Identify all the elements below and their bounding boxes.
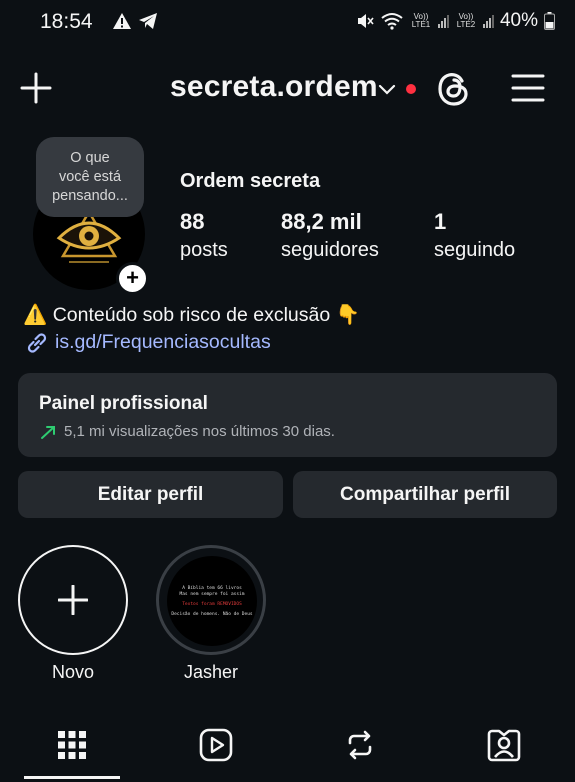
plus-icon xyxy=(20,72,52,104)
repost-icon xyxy=(348,730,372,760)
wifi-icon xyxy=(381,13,403,30)
active-tab-indicator xyxy=(24,776,120,779)
bio-link-text[interactable]: is.gd/Frequenciasocultas xyxy=(55,331,271,354)
note-line-3: pensando... xyxy=(52,188,128,204)
username-title[interactable]: secreta.ordem xyxy=(170,70,378,104)
telegram-icon xyxy=(139,13,157,29)
account-switcher-button[interactable] xyxy=(378,82,396,101)
grid-icon xyxy=(58,731,86,759)
link-icon xyxy=(27,332,47,353)
signal2-icon xyxy=(482,14,494,28)
note-line-1: O que xyxy=(70,150,110,166)
tagged-person-icon xyxy=(487,729,521,762)
status-left-icons xyxy=(112,12,158,30)
edit-profile-button[interactable]: Editar perfil xyxy=(18,471,283,518)
reels-play-icon xyxy=(199,728,233,762)
highlight-cover: A Bíblia tem 66 livros Mas nem sempre fo… xyxy=(167,556,257,646)
create-button[interactable] xyxy=(20,72,52,109)
professional-dashboard-title[interactable]: Painel profissional xyxy=(39,393,208,415)
cover-line-4: Decisão de homens. Não de Deus xyxy=(171,612,253,617)
new-highlight-button[interactable] xyxy=(18,545,128,655)
professional-dashboard-subtitle[interactable]: 5,1 mi visualizações nos últimos 30 dias… xyxy=(40,423,335,440)
following-label[interactable]: seguindo xyxy=(434,239,515,262)
plus-icon xyxy=(58,585,88,615)
cover-line-1: A Bíblia tem 66 livros xyxy=(182,586,242,591)
followers-count[interactable]: 88,2 mil xyxy=(281,209,362,235)
threads-icon xyxy=(438,73,468,106)
bio-text: ⚠️ Conteúdo sob risco de exclusão 👇 xyxy=(23,304,360,326)
views-text: 5,1 mi visualizações nos últimos 30 dias… xyxy=(64,423,335,440)
battery-percent: 40% xyxy=(499,10,538,31)
status-time: 18:54 xyxy=(40,10,93,33)
following-count[interactable]: 1 xyxy=(434,209,446,235)
tab-tagged[interactable] xyxy=(484,725,524,765)
highlight-jasher-label[interactable]: Jasher xyxy=(156,662,266,683)
status-right-icons: Vo)) LTE1 Vo)) LTE2 40% xyxy=(356,10,555,32)
bio-link[interactable]: is.gd/Frequenciasocultas xyxy=(25,331,271,354)
signal1-icon xyxy=(437,14,449,28)
lte2-indicator: Vo)) LTE2 xyxy=(456,12,476,29)
note-line-2: você está xyxy=(58,169,122,185)
highlight-jasher[interactable]: A Bíblia tem 66 livros Mas nem sempre fo… xyxy=(156,545,266,655)
add-story-badge[interactable]: + xyxy=(116,262,149,295)
warning-icon xyxy=(113,13,131,29)
notification-dot xyxy=(406,84,416,94)
tab-posts-grid[interactable] xyxy=(52,725,92,765)
mute-icon xyxy=(357,14,374,28)
posts-count[interactable]: 88 xyxy=(180,209,204,235)
new-highlight-label[interactable]: Novo xyxy=(18,662,128,683)
trend-up-icon xyxy=(41,425,55,439)
chevron-down-icon xyxy=(378,84,396,95)
threads-button[interactable] xyxy=(437,71,471,112)
professional-dashboard-card[interactable] xyxy=(18,373,557,457)
share-profile-button[interactable]: Compartilhar perfil xyxy=(293,471,557,518)
hamburger-menu-icon xyxy=(511,74,545,102)
posts-label[interactable]: posts xyxy=(180,239,228,262)
lte1-indicator: Vo)) LTE1 xyxy=(411,12,431,29)
cover-line-2: Mas nem sempre foi assim xyxy=(179,592,245,597)
tab-reels[interactable] xyxy=(196,725,236,765)
menu-button[interactable] xyxy=(511,72,545,109)
tab-reposts[interactable] xyxy=(340,725,380,765)
cover-line-3: Textos foram REMOVIDOS xyxy=(182,602,242,607)
followers-label[interactable]: seguidores xyxy=(281,239,379,262)
battery-icon xyxy=(544,12,555,30)
display-name: Ordem secreta xyxy=(180,170,321,192)
note-bubble[interactable]: O que você está pensando... xyxy=(36,137,144,217)
